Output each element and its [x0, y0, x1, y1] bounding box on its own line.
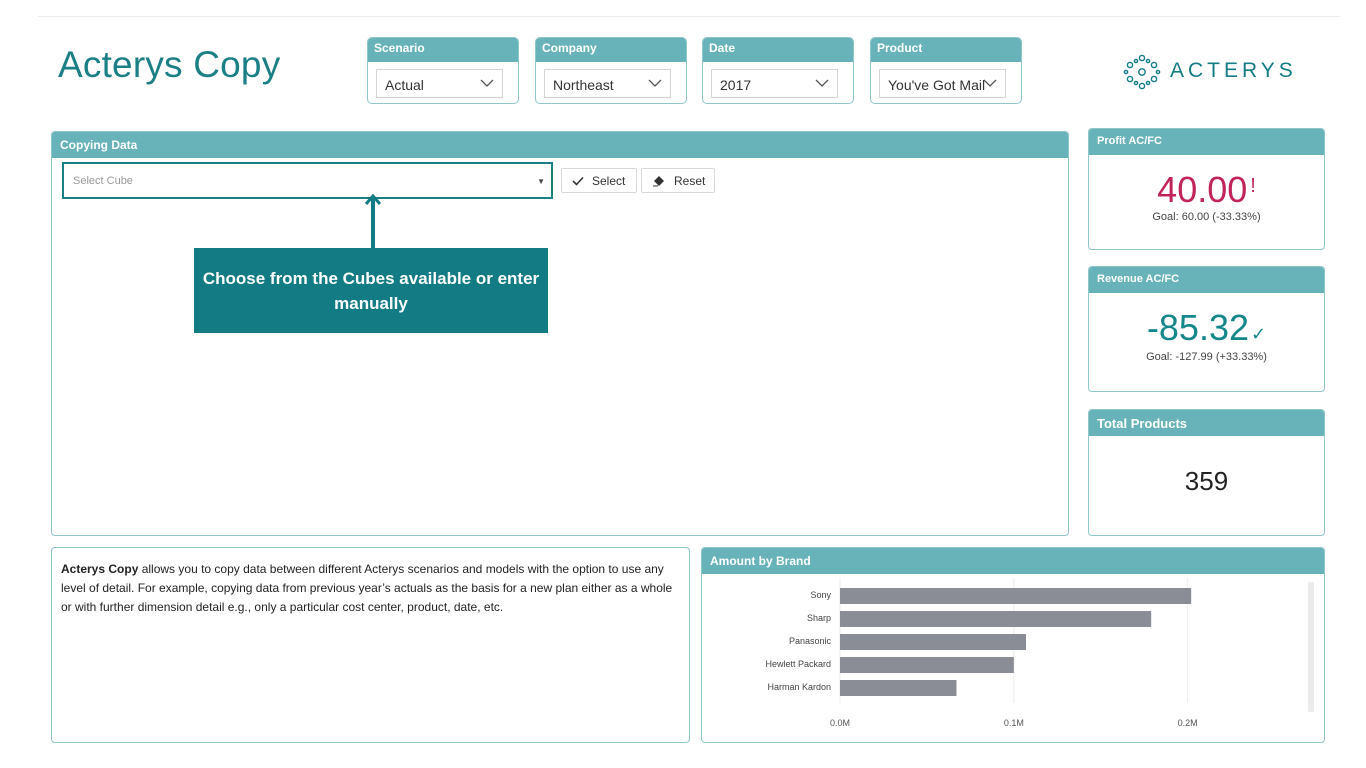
kpi-title: Profit AC/FC	[1089, 129, 1324, 155]
bar	[840, 611, 1152, 627]
page-title: Acterys Copy	[58, 44, 281, 85]
slicer-value: 2017	[720, 77, 752, 93]
category-label: Sony	[810, 590, 831, 600]
amount-by-brand-chart: Amount by Brand 0.0M 0.1M 0.2M Sony Sharp Pan…	[701, 547, 1325, 743]
slicer-label: Date	[703, 38, 853, 62]
bar	[840, 588, 1192, 604]
bar-chart: 0.0M 0.1M 0.2M Sony Sharp Panasonic Hewlett Pa…	[765, 578, 1198, 728]
kpi-value: 40.00!	[1089, 169, 1324, 211]
total-products-value: 359	[1184, 466, 1229, 496]
checkmark-icon	[572, 176, 584, 186]
kpi-goal: Goal: -127.99 (+33.33%)	[1146, 351, 1267, 363]
select-cube-input[interactable]: Select Cube ▼	[62, 162, 553, 199]
select-button-label: Select	[592, 174, 626, 188]
slicer-label: Scenario	[368, 38, 518, 62]
reset-button-label: Reset	[674, 174, 706, 188]
chevron-down-icon	[480, 79, 494, 87]
revenue-value: -85.32	[1146, 307, 1249, 348]
company-dropdown[interactable]: Northeast	[544, 69, 671, 98]
description-text: Acterys Copy allows you to copy data bet…	[61, 560, 681, 617]
product-slicer[interactable]: Product You've Got Mail	[870, 37, 1022, 104]
revenue-kpi-card: Revenue AC/FC -85.32 ✓ Goal: -127.99 (+33…	[1088, 266, 1325, 392]
logo-wordmark: ACTERYS	[1170, 59, 1297, 82]
bar	[840, 634, 1027, 650]
copying-data-panel: Copying Data Select Cube ▼ Select Reset …	[51, 131, 1069, 536]
kpi-goal: Goal: 60.00 (-33.33%)	[1152, 211, 1261, 223]
slicer-label: Product	[871, 38, 1021, 62]
reset-button[interactable]: Reset	[641, 168, 715, 193]
report-canvas: Acterys Copy Scenario Actual Company Nor…	[0, 0, 1366, 768]
select-button[interactable]: Select	[561, 168, 637, 193]
scrollbar[interactable]	[1308, 582, 1314, 712]
scenario-dropdown[interactable]: Actual	[376, 69, 503, 98]
total-products-card: Total Products 359	[1088, 409, 1325, 536]
chevron-down-icon	[815, 79, 829, 87]
chevron-down-icon	[983, 79, 997, 87]
kpi-title: Revenue AC/FC	[1089, 267, 1324, 293]
warning-icon: !	[1250, 175, 1256, 197]
category-label: Panasonic	[789, 636, 832, 646]
x-tick-label: 0.2M	[1178, 718, 1198, 728]
product-dropdown[interactable]: You've Got Mail	[879, 69, 1006, 98]
slicer-value: Actual	[385, 77, 424, 93]
bar	[840, 680, 957, 696]
chart-title: Amount by Brand	[702, 548, 1324, 574]
slicer-value: You've Got Mail	[888, 77, 986, 93]
date-dropdown[interactable]: 2017	[711, 69, 838, 98]
checkmark-icon: ✓	[1250, 324, 1267, 344]
panel-title: Copying Data	[52, 132, 1068, 158]
chevron-down-icon	[648, 79, 662, 87]
kpi-title: Total Products	[1089, 410, 1324, 436]
x-tick-label: 0.0M	[830, 718, 850, 728]
callout-tooltip: Choose from the Cubes available or enter…	[194, 248, 548, 333]
profit-value: 40.00	[1157, 169, 1248, 210]
acterys-logo: ACTERYS	[1122, 52, 1302, 92]
scenario-slicer[interactable]: Scenario Actual	[367, 37, 519, 104]
divider	[38, 16, 1340, 17]
bar	[840, 657, 1014, 673]
kpi-value: -85.32 ✓	[1089, 307, 1324, 349]
description-bold: Acterys Copy	[61, 562, 139, 576]
category-label: Hewlett Packard	[765, 659, 831, 669]
category-label: Sharp	[807, 613, 831, 623]
x-tick-label: 0.1M	[1004, 718, 1024, 728]
select-cube-placeholder: Select Cube	[73, 175, 133, 187]
date-slicer[interactable]: Date 2017	[702, 37, 854, 104]
caret-down-icon: ▼	[537, 177, 545, 186]
molecule-icon	[1123, 54, 1161, 90]
slicer-value: Northeast	[553, 77, 614, 93]
company-slicer[interactable]: Company Northeast	[535, 37, 687, 104]
callout-arrow	[371, 196, 375, 249]
category-label: Harman Kardon	[767, 682, 831, 692]
eraser-icon	[653, 176, 664, 187]
description-panel: Acterys Copy allows you to copy data bet…	[51, 547, 690, 743]
slicer-label: Company	[536, 38, 686, 62]
profit-kpi-card: Profit AC/FC 40.00! Goal: 60.00 (-33.33%…	[1088, 128, 1325, 250]
description-body: allows you to copy data between differen…	[61, 562, 673, 614]
